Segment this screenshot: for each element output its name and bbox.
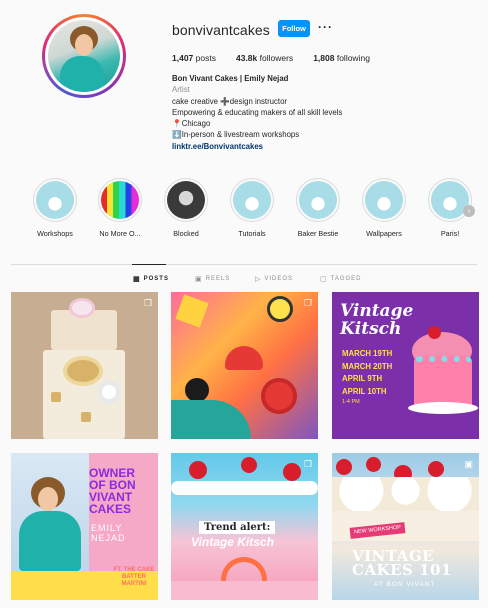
- highlight-blocked[interactable]: Blocked: [154, 178, 218, 238]
- avatar-photo: [48, 20, 120, 92]
- more-options-icon[interactable]: ···: [318, 20, 333, 34]
- tab-videos[interactable]: ▷ VIDEOS: [255, 275, 293, 283]
- date-line: MARCH 20TH: [342, 361, 393, 371]
- bio-name: Bon Vivant Cakes | Emily Nejad: [172, 74, 289, 83]
- story-highlights: Workshops No More O... Blocked Tutorials…: [0, 178, 488, 242]
- post-title-line: CAKES 101: [352, 561, 452, 579]
- highlight-no-more[interactable]: No More O...: [88, 178, 152, 238]
- highlight-tutorials[interactable]: Tutorials: [220, 178, 284, 238]
- tab-tagged[interactable]: ▢ TAGGED: [320, 275, 362, 283]
- active-tab-indicator: [132, 264, 166, 265]
- chevron-right-icon[interactable]: ›: [463, 205, 475, 217]
- posts-stat[interactable]: 1,407 posts: [172, 53, 216, 63]
- grid-icon: ▦: [133, 276, 141, 283]
- highlight-wallpapers[interactable]: Wallpapers: [352, 178, 416, 238]
- workshop-time: 1-4 PM: [342, 399, 360, 405]
- highlight-label: Wallpapers: [366, 229, 402, 238]
- highlight-label: Tutorials: [238, 229, 266, 238]
- tabs-divider: [11, 264, 477, 265]
- post-thumbnail[interactable]: OWNER OF BON VIVANT CAKES EMILY NEJAD FT…: [11, 453, 158, 600]
- bio-line-3: 📍Chicago: [172, 119, 211, 129]
- post-title-line: Vintage: [340, 301, 414, 321]
- posts-label: posts: [195, 53, 216, 63]
- post-title-line: Kitsch: [340, 319, 402, 339]
- following-stat[interactable]: 1,808 following: [313, 53, 370, 63]
- profile-header: bonvivantcakes Follow ··· 1,407 posts 43…: [0, 0, 488, 170]
- profile-avatar[interactable]: [42, 14, 126, 98]
- highlight-baker-bestie[interactable]: Baker Bestie: [286, 178, 350, 238]
- reels-icon: ▣: [195, 276, 203, 283]
- post-thumbnail[interactable]: NEW WORKSHOP VINTAGE CAKES 101 AT BON VIV…: [332, 453, 479, 600]
- highlight-label: Workshops: [37, 229, 73, 238]
- bio-line-4: ⬇️In-person & livestream workshops: [172, 130, 300, 140]
- post-trend-label: Trend alert:: [199, 521, 276, 534]
- highlight-cover: [299, 181, 337, 219]
- follow-button[interactable]: Follow: [278, 20, 310, 37]
- date-line: MARCH 19TH: [342, 349, 393, 358]
- highlight-cover: [36, 181, 74, 219]
- highlight-label: Paris!: [440, 229, 460, 238]
- highlight-label: No More O...: [99, 229, 141, 238]
- post-thumbnail[interactable]: ❐: [171, 292, 318, 439]
- followers-count: 43.8k: [235, 53, 258, 63]
- post-thumbnail[interactable]: ❐: [11, 292, 158, 439]
- tab-label: POSTS: [143, 276, 169, 282]
- profile-bio: Bon Vivant Cakes | Emily Nejad Artist ca…: [172, 73, 372, 152]
- following-count: 1,808: [313, 53, 335, 63]
- bio-line-2: Empowering & educating makers of all ski…: [172, 107, 343, 117]
- post-title: VINTAGE CAKES 101: [352, 549, 452, 579]
- video-icon: ▷: [255, 276, 262, 283]
- highlight-cover: [167, 181, 205, 219]
- tab-posts[interactable]: ▦ POSTS: [133, 275, 169, 283]
- post-thumbnail[interactable]: Trend alert: Vintage Kitsch ❐: [171, 453, 318, 600]
- highlight-cover: [101, 181, 139, 219]
- carousel-icon: ❐: [303, 459, 312, 469]
- post-subtitle: FT. THE CAKE BATTER MARTINI: [113, 567, 155, 587]
- post-title: Vintage Kitsch: [340, 302, 413, 338]
- post-headline: OWNER OF BON VIVANT CAKES: [89, 467, 136, 515]
- headline-line: CAKES: [89, 502, 132, 516]
- profile-stats: 1,407 posts 43.8k followers 1,808 follow…: [172, 53, 370, 63]
- highlight-cover: [365, 181, 403, 219]
- bio-category: Artist: [172, 85, 190, 95]
- tag-icon: ▢: [320, 276, 328, 283]
- highlight-label: Baker Bestie: [297, 229, 339, 238]
- highlight-cover: [233, 181, 271, 219]
- carousel-icon: ❐: [303, 298, 312, 308]
- bio-link[interactable]: linktr.ee/Bonvivantcakes: [172, 141, 372, 152]
- highlight-label: Blocked: [173, 229, 199, 238]
- reel-icon: ▣: [464, 459, 473, 469]
- date-line: APRIL 10TH: [342, 386, 387, 396]
- post-subtitle: AT BON VIVANT: [374, 581, 436, 588]
- bio-line-1: cake creative ➕design instructor: [172, 96, 288, 106]
- post-thumbnail[interactable]: Vintage Kitsch MARCH 19TH MARCH 20TH APRI…: [332, 292, 479, 439]
- post-title: Vintage Kitsch: [191, 535, 274, 549]
- followers-label: followers: [259, 53, 294, 63]
- tab-label: REELS: [205, 276, 231, 282]
- highlight-workshops[interactable]: Workshops: [23, 178, 87, 238]
- post-name: EMILY NEJAD: [91, 523, 126, 543]
- carousel-icon: ❐: [143, 298, 152, 308]
- date-line: APRIL 9TH: [342, 374, 383, 383]
- profile-username: bonvivantcakes: [172, 22, 270, 38]
- following-label: following: [336, 53, 370, 63]
- posts-count: 1,407: [172, 53, 194, 63]
- tab-reels[interactable]: ▣ REELS: [195, 275, 230, 283]
- workshop-dates: MARCH 19TH MARCH 20TH APRIL 9TH APRIL 10…: [342, 348, 392, 398]
- followers-stat[interactable]: 43.8k followers: [236, 53, 293, 63]
- tab-label: TAGGED: [330, 276, 362, 282]
- tab-label: VIDEOS: [264, 276, 294, 282]
